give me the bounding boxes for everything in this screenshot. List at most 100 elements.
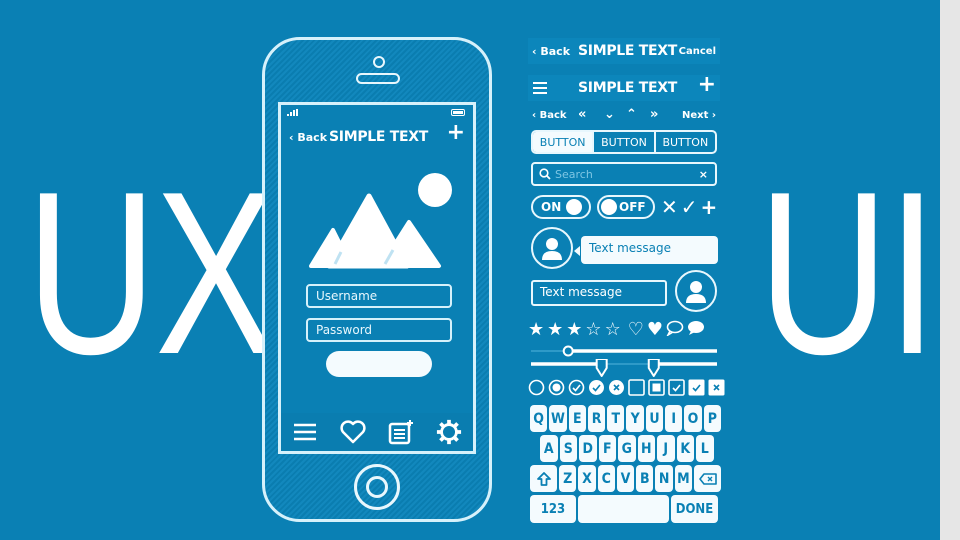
star-outline-icon[interactable]: ☆ xyxy=(585,321,601,339)
cancel-button[interactable]: Cancel xyxy=(679,46,716,57)
key-k[interactable]: K xyxy=(676,435,694,462)
key-e[interactable]: E xyxy=(568,405,586,432)
double-chevron-right-icon[interactable]: » xyxy=(650,107,658,122)
plus-icon[interactable]: + xyxy=(698,72,716,97)
key-c[interactable]: C xyxy=(597,465,615,492)
segment-2[interactable]: BUTTON xyxy=(592,132,653,152)
slider-thumb[interactable] xyxy=(562,345,574,357)
key-u[interactable]: U xyxy=(645,405,664,432)
space-key[interactable] xyxy=(578,495,669,523)
heart-icon[interactable] xyxy=(340,419,366,445)
star-filled-icon[interactable]: ★ xyxy=(547,321,563,339)
range-thumb-2[interactable] xyxy=(647,359,660,377)
back-button[interactable]: ‹ Back xyxy=(289,131,327,144)
toggle-on[interactable]: ON xyxy=(531,195,591,219)
double-chevron-left-icon[interactable]: « xyxy=(578,107,586,122)
key-q[interactable]: Q xyxy=(530,405,548,432)
side-strip xyxy=(940,0,960,540)
speech-bubble-outline-icon[interactable] xyxy=(666,320,684,340)
backspace-key[interactable] xyxy=(694,465,722,492)
key-p[interactable]: P xyxy=(703,405,721,432)
login-button[interactable] xyxy=(326,351,432,377)
star-filled-icon[interactable]: ★ xyxy=(528,321,544,339)
toggle-off-label: OFF xyxy=(619,200,646,214)
clear-icon[interactable]: × xyxy=(699,168,708,181)
checkbox-cross-filled[interactable] xyxy=(708,379,725,396)
plus-icon[interactable]: + xyxy=(701,195,718,219)
checkbox-check-outline[interactable] xyxy=(668,379,685,396)
gear-icon[interactable] xyxy=(436,419,462,445)
key-f[interactable]: F xyxy=(598,435,616,462)
key-r[interactable]: R xyxy=(587,405,606,432)
key-z[interactable]: Z xyxy=(559,465,577,492)
home-button[interactable] xyxy=(354,464,400,510)
keyboard-row-4: 123 DONE xyxy=(530,495,718,523)
next-label: Next xyxy=(682,109,709,121)
notes-icon[interactable] xyxy=(388,419,414,445)
key-h[interactable]: H xyxy=(637,435,655,462)
radio-empty[interactable] xyxy=(528,379,545,396)
back-button[interactable]: ‹ Back xyxy=(532,45,570,58)
key-w[interactable]: W xyxy=(549,405,567,432)
next-button[interactable]: Next › xyxy=(682,110,716,121)
toggle-off[interactable]: OFF xyxy=(597,195,655,219)
slider-single[interactable] xyxy=(531,345,717,357)
range-thumb-1[interactable] xyxy=(595,359,608,377)
key-m[interactable]: M xyxy=(674,465,693,492)
key-j[interactable]: J xyxy=(657,435,675,462)
shift-key[interactable] xyxy=(530,465,557,492)
check-icon[interactable]: ✓ xyxy=(681,195,698,219)
key-l[interactable]: L xyxy=(696,435,714,462)
ux-heading: UX xyxy=(26,144,276,403)
key-n[interactable]: N xyxy=(655,465,673,492)
radio-check-outline[interactable] xyxy=(568,379,585,396)
chevron-up-icon[interactable]: ⌃ xyxy=(626,107,637,122)
keyboard-row-2: ASDFGHJKL xyxy=(540,435,714,462)
chevron-down-icon[interactable]: ⌄ xyxy=(604,107,615,122)
radio-selected[interactable] xyxy=(548,379,565,396)
key-x[interactable]: X xyxy=(578,465,596,492)
slider-range[interactable] xyxy=(531,359,717,379)
key-y[interactable]: Y xyxy=(626,405,644,432)
phone-mockup: ‹ Back SIMPLE TEXT + Username Password xyxy=(262,37,492,522)
password-field[interactable]: Password xyxy=(306,318,452,342)
search-input[interactable]: Search × xyxy=(531,162,717,186)
speech-bubble-filled-icon[interactable] xyxy=(687,320,705,340)
heart-filled-icon[interactable]: ♥ xyxy=(647,321,663,339)
key-t[interactable]: T xyxy=(607,405,625,432)
numbers-key[interactable]: 123 xyxy=(530,495,576,523)
checkbox-empty[interactable] xyxy=(628,379,645,396)
back-button[interactable]: ‹ Back xyxy=(532,110,567,121)
menu-icon[interactable] xyxy=(292,419,318,445)
password-placeholder: Password xyxy=(316,323,373,337)
segment-3[interactable]: BUTTON xyxy=(653,132,715,152)
key-i[interactable]: I xyxy=(665,405,683,432)
radio-check-filled[interactable] xyxy=(588,379,605,396)
nav-bar-2: SIMPLE TEXT + xyxy=(528,72,720,101)
menu-icon[interactable] xyxy=(532,78,548,98)
key-b[interactable]: B xyxy=(636,465,654,492)
key-d[interactable]: D xyxy=(579,435,597,462)
done-key[interactable]: DONE xyxy=(671,495,718,523)
checkbox-indeterminate[interactable] xyxy=(648,379,665,396)
signal-icon xyxy=(287,109,298,116)
plus-icon[interactable]: + xyxy=(447,120,465,145)
banner-canvas: UX UI ‹ Back SIMPLE TEXT + Username Pass… xyxy=(0,0,940,540)
radio-cross-filled[interactable] xyxy=(608,379,625,396)
key-o[interactable]: O xyxy=(684,405,702,432)
star-filled-icon[interactable]: ★ xyxy=(566,321,582,339)
avatar[interactable] xyxy=(531,227,573,269)
username-field[interactable]: Username xyxy=(306,284,452,308)
key-a[interactable]: A xyxy=(540,435,558,462)
username-placeholder: Username xyxy=(316,289,378,303)
key-v[interactable]: V xyxy=(616,465,635,492)
star-outline-icon[interactable]: ☆ xyxy=(605,321,621,339)
close-icon[interactable]: ✕ xyxy=(661,195,678,219)
key-g[interactable]: G xyxy=(618,435,636,462)
segment-1[interactable]: BUTTON xyxy=(533,132,593,152)
heart-outline-icon[interactable]: ♡ xyxy=(628,321,644,339)
segmented-control: BUTTON BUTTON BUTTON xyxy=(531,130,717,154)
key-s[interactable]: S xyxy=(559,435,577,462)
avatar[interactable] xyxy=(675,270,717,312)
checkbox-check-filled[interactable] xyxy=(688,379,705,396)
